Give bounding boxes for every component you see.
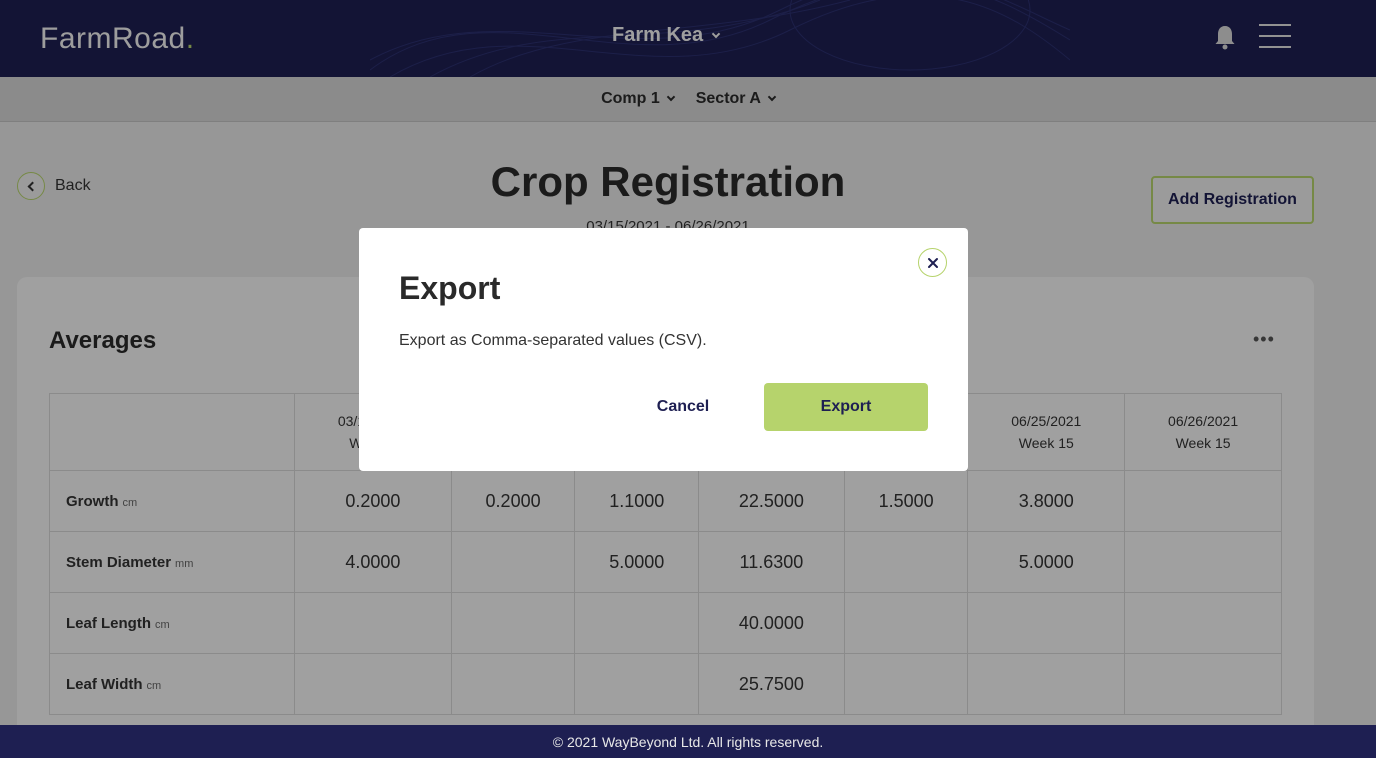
copyright-text: © 2021 WayBeyond Ltd. All rights reserve…	[552, 733, 824, 750]
export-button[interactable]: Export	[764, 383, 928, 431]
footer: © 2021 WayBeyond Ltd. All rights reserve…	[0, 725, 1376, 758]
close-button[interactable]	[918, 248, 947, 277]
dialog-message: Export as Comma-separated values (CSV).	[399, 332, 707, 349]
close-icon	[927, 257, 938, 268]
export-dialog: Export Export as Comma-separated values …	[359, 228, 968, 471]
dialog-title: Export	[399, 270, 501, 306]
cancel-button[interactable]: Cancel	[638, 383, 728, 431]
